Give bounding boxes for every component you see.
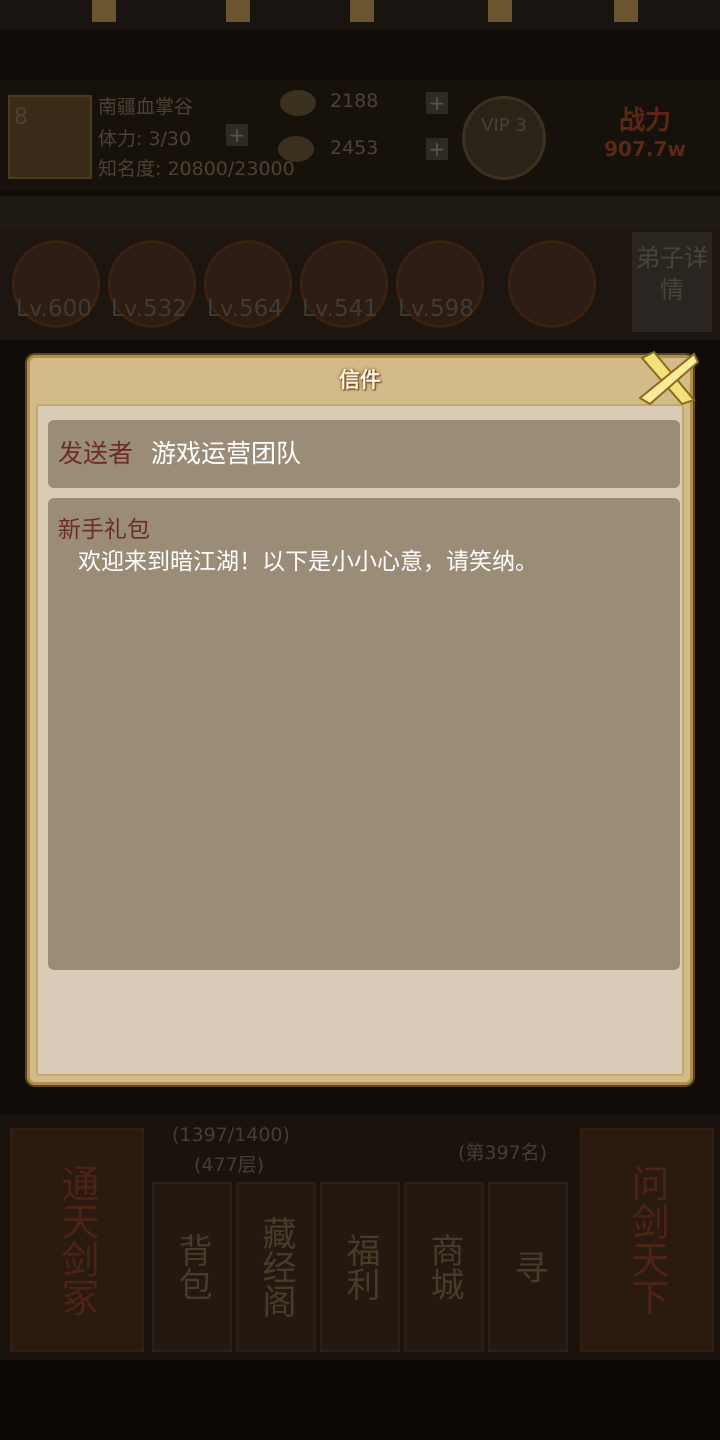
add-gold-button[interactable]: + bbox=[426, 138, 448, 160]
silver-amount: 2188 bbox=[330, 90, 379, 112]
hero-level: Lv.600 bbox=[16, 296, 92, 322]
add-silver-button[interactable]: + bbox=[426, 92, 448, 114]
power-display: 战力 907.7w bbox=[580, 100, 710, 175]
lantern-icon bbox=[226, 0, 250, 22]
tongtian-jianzhong-button[interactable]: 通天剑冢 bbox=[10, 1128, 144, 1352]
hero-level: Lv.598 bbox=[398, 296, 474, 322]
hero-level: Lv.564 bbox=[207, 296, 283, 322]
hero-portrait[interactable] bbox=[508, 240, 596, 328]
hero-level: Lv.532 bbox=[111, 296, 187, 322]
dialog-content-panel: 发送者 游戏运营团队 新手礼包 欢迎来到暗江湖！以下是小小心意，请笑纳。 bbox=[36, 404, 684, 1076]
sender-label: 发送者 bbox=[58, 439, 134, 468]
wenjian-tianxia-button[interactable]: 问剑天下 bbox=[580, 1128, 714, 1352]
hero-level: Lv.541 bbox=[302, 296, 378, 322]
sender-box: 发送者 游戏运营团队 bbox=[48, 420, 680, 488]
sender-name: 游戏运营团队 bbox=[151, 439, 302, 468]
dialog-title: 信件 bbox=[339, 368, 381, 392]
mail-dialog: 信件 发送者 游戏运营团队 新手礼包 欢迎来到暗江湖！以下是小小心意，请笑纳。 bbox=[27, 355, 693, 1085]
power-label: 战力 bbox=[618, 106, 671, 136]
add-stamina-button[interactable]: + bbox=[226, 124, 248, 146]
seek-button[interactable]: 寻 bbox=[488, 1182, 568, 1352]
lantern-icon bbox=[350, 0, 374, 22]
backpack-button[interactable]: 背包 bbox=[152, 1182, 232, 1352]
lantern-icon bbox=[614, 0, 638, 22]
sect-name: 南疆血掌谷 bbox=[98, 96, 194, 118]
tower-progress: (1397/1400) bbox=[172, 1124, 290, 1146]
close-icon bbox=[638, 350, 700, 406]
info-band bbox=[0, 196, 720, 230]
mail-body-text: 欢迎来到暗江湖！以下是小小心意，请笑纳。 bbox=[78, 549, 538, 575]
power-value: 907.7w bbox=[604, 137, 686, 161]
player-level: 8 bbox=[14, 105, 28, 130]
bottom-dark-band bbox=[0, 1360, 720, 1440]
rank-text: (第397名) bbox=[458, 1142, 548, 1164]
tower-floor: (477层) bbox=[194, 1154, 265, 1176]
player-avatar[interactable]: 8 bbox=[8, 95, 92, 179]
gold-icon bbox=[278, 136, 314, 162]
fame-text: 知名度: 20800/23000 bbox=[98, 158, 295, 180]
mail-subject: 新手礼包 bbox=[58, 517, 150, 543]
gold-amount: 2453 bbox=[330, 137, 379, 159]
close-button[interactable] bbox=[636, 348, 700, 408]
lantern-icon bbox=[92, 0, 116, 22]
lantern-icon bbox=[488, 0, 512, 22]
silver-icon bbox=[280, 90, 316, 116]
vip-badge[interactable]: VIP 3 bbox=[462, 96, 546, 180]
mail-body-box: 新手礼包 欢迎来到暗江湖！以下是小小心意，请笑纳。 bbox=[48, 498, 680, 970]
library-button[interactable]: 藏经阁 bbox=[236, 1182, 316, 1352]
stamina-text: 体力: 3/30 bbox=[98, 128, 192, 150]
welfare-button[interactable]: 福利 bbox=[320, 1182, 400, 1352]
disciple-detail-tab[interactable]: 弟子详情 bbox=[632, 232, 712, 332]
shop-button[interactable]: 商城 bbox=[404, 1182, 484, 1352]
